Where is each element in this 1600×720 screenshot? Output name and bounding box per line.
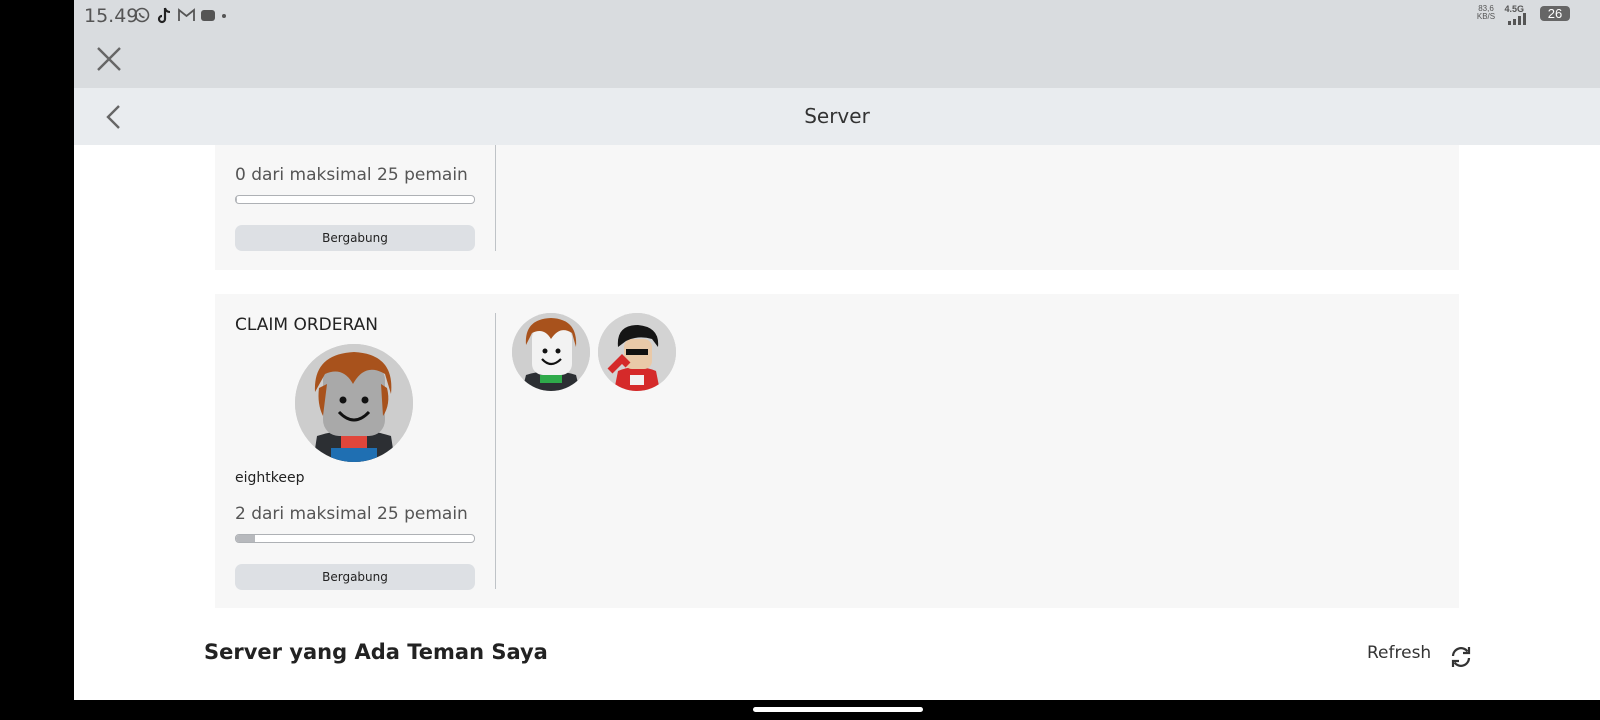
battery-icon: 26 (1540, 6, 1570, 21)
tiktok-icon (157, 7, 171, 24)
server-card: 0 dari maksimal 25 pemain Bergabung (215, 145, 1459, 270)
owner-avatar[interactable] (295, 344, 413, 462)
avatar-image (295, 344, 413, 462)
signal-icon (1508, 13, 1526, 25)
server-card: CLAIM ORDERAN eightkeep 2 dari maksimal … (215, 294, 1459, 608)
join-button[interactable]: Bergabung (235, 225, 475, 251)
player-count: 0 dari maksimal 25 pemain (235, 165, 468, 185)
player-progress-bar (235, 534, 475, 543)
refresh-button[interactable]: Refresh (1367, 643, 1431, 663)
top-bar (74, 30, 1600, 88)
player-avatar[interactable] (512, 313, 590, 391)
avatar-image (512, 313, 590, 391)
wallet-icon (201, 10, 215, 21)
whatsapp-icon (134, 7, 150, 23)
dot-icon (222, 14, 226, 18)
player-count: 2 dari maksimal 25 pemain (235, 504, 468, 524)
card-divider (495, 313, 496, 589)
status-time: 15.49 (84, 5, 139, 27)
player-progress-fill (236, 535, 256, 542)
friends-section-title: Server yang Ada Teman Saya (204, 640, 548, 664)
join-button[interactable]: Bergabung (235, 564, 475, 590)
home-indicator[interactable] (753, 707, 923, 712)
card-divider (495, 145, 496, 251)
app-screen: 15.49 83,6 KB/S 4.5G 26 Server 0 dari ma… (74, 0, 1600, 700)
player-progress-fill (236, 196, 238, 203)
avatar-image (598, 313, 676, 391)
owner-name: eightkeep (235, 470, 305, 486)
server-name: CLAIM ORDERAN (235, 315, 378, 335)
close-icon[interactable] (94, 44, 124, 74)
status-bar: 15.49 83,6 KB/S 4.5G 26 (74, 0, 1600, 30)
refresh-icon[interactable] (1449, 645, 1473, 669)
page-title: Server (804, 104, 870, 128)
player-progress-bar (235, 195, 475, 204)
player-avatar[interactable] (598, 313, 676, 391)
title-bar: Server (74, 88, 1600, 145)
net-speed: 83,6 KB/S (1476, 4, 1496, 21)
gmail-icon (178, 8, 195, 21)
